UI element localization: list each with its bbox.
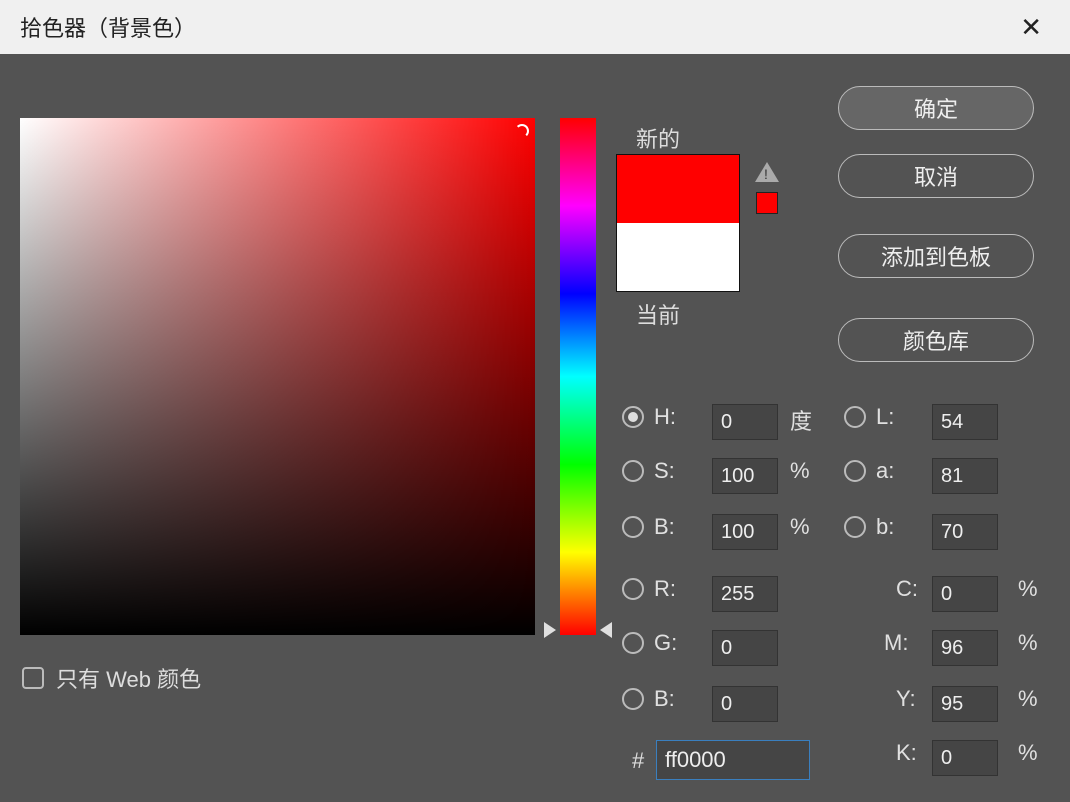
brightness-unit: % — [790, 514, 810, 540]
color-swatch-box — [616, 154, 740, 292]
hue-slider[interactable] — [560, 118, 596, 635]
lightness-radio[interactable]: L: — [844, 404, 894, 430]
hue-slider-handle-left-icon[interactable] — [544, 622, 556, 638]
hue-radio[interactable]: H: — [622, 404, 676, 430]
close-button[interactable]: ✕ — [1012, 4, 1050, 51]
close-icon: ✕ — [1020, 12, 1042, 42]
add-to-swatches-button[interactable]: 添加到色板 — [838, 234, 1034, 278]
green-radio[interactable]: G: — [622, 630, 677, 656]
web-colors-only-checkbox[interactable]: 只有 Web 颜色 — [22, 662, 201, 694]
magenta-unit: % — [1018, 630, 1038, 656]
ok-button[interactable]: 确定 — [838, 86, 1034, 130]
current-color-swatch[interactable] — [617, 223, 739, 291]
a-input[interactable] — [932, 458, 998, 494]
b-input[interactable] — [932, 514, 998, 550]
lightness-input[interactable] — [932, 404, 998, 440]
hue-input[interactable] — [712, 404, 778, 440]
swatch-new-label: 新的 — [636, 122, 680, 154]
saturation-input[interactable] — [712, 458, 778, 494]
cancel-button[interactable]: 取消 — [838, 154, 1034, 198]
hue-slider-handle-right-icon[interactable] — [600, 622, 612, 638]
yellow-unit: % — [1018, 686, 1038, 712]
yellow-label: Y: — [896, 686, 916, 712]
radio-icon — [844, 406, 866, 428]
black-unit: % — [1018, 740, 1038, 766]
gamut-warning-swatch[interactable] — [756, 192, 778, 214]
saturation-radio[interactable]: S: — [622, 458, 675, 484]
brightness-input[interactable] — [712, 514, 778, 550]
web-colors-label: 只有 Web 颜色 — [56, 662, 201, 694]
b-radio[interactable]: b: — [844, 514, 894, 540]
radio-icon — [622, 688, 644, 710]
red-input[interactable] — [712, 576, 778, 612]
cyan-label: C: — [896, 576, 918, 602]
saturation-unit: % — [790, 458, 810, 484]
blue-radio[interactable]: B: — [622, 686, 675, 712]
magenta-label: M: — [884, 630, 908, 656]
radio-icon — [622, 460, 644, 482]
field-cursor-icon — [515, 124, 529, 138]
radio-icon — [622, 406, 644, 428]
magenta-input[interactable] — [932, 630, 998, 666]
hue-unit: 度 — [790, 404, 812, 436]
new-color-swatch[interactable] — [617, 155, 739, 223]
black-input[interactable] — [932, 740, 998, 776]
titlebar: 拾色器（背景色） ✕ — [0, 0, 1070, 54]
cyan-input[interactable] — [932, 576, 998, 612]
a-radio[interactable]: a: — [844, 458, 894, 484]
gamut-warning-icon[interactable] — [755, 162, 779, 182]
green-input[interactable] — [712, 630, 778, 666]
black-label: K: — [896, 740, 917, 766]
brightness-radio[interactable]: B: — [622, 514, 675, 540]
radio-icon — [844, 516, 866, 538]
radio-icon — [622, 516, 644, 538]
hex-input[interactable] — [656, 740, 810, 780]
window-title: 拾色器（背景色） — [20, 11, 196, 43]
radio-icon — [622, 632, 644, 654]
radio-icon — [844, 460, 866, 482]
radio-icon — [622, 578, 644, 600]
saturation-brightness-field[interactable] — [20, 118, 535, 635]
color-libraries-button[interactable]: 颜色库 — [838, 318, 1034, 362]
color-picker-window: 拾色器（背景色） ✕ 新的 当前 确定 取消 添加到色板 颜色库 只有 Web … — [0, 0, 1070, 802]
checkbox-icon — [22, 667, 44, 689]
blue-input[interactable] — [712, 686, 778, 722]
swatch-current-label: 当前 — [636, 298, 680, 330]
cyan-unit: % — [1018, 576, 1038, 602]
yellow-input[interactable] — [932, 686, 998, 722]
hex-prefix: # — [632, 748, 644, 774]
dialog-body: 新的 当前 确定 取消 添加到色板 颜色库 只有 Web 颜色 H: 度 S: … — [0, 54, 1070, 802]
red-radio[interactable]: R: — [622, 576, 676, 602]
